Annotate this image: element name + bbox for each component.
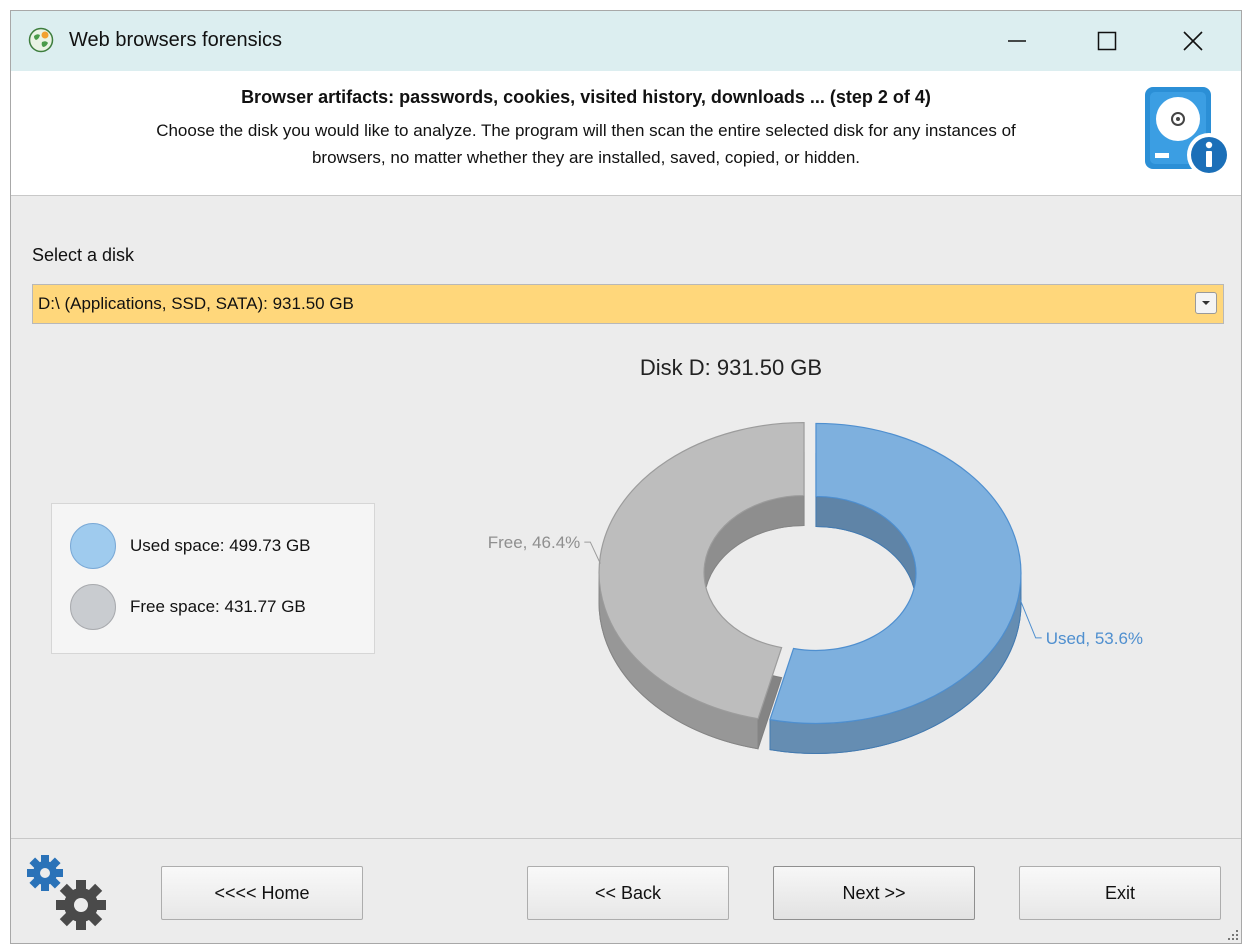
chart-legend: Used space: 499.73 GB Free space: 431.77… xyxy=(51,503,375,654)
data-label-free: Free, 46.4% xyxy=(488,533,581,552)
disk-select[interactable]: D:\ (Applications, SSD, SATA): 931.50 GB xyxy=(32,284,1224,324)
resize-grip-icon[interactable] xyxy=(1225,927,1239,941)
label-leader-free xyxy=(584,541,601,564)
select-disk-label: Select a disk xyxy=(32,245,135,265)
back-button[interactable]: << Back xyxy=(527,866,729,920)
window-title: Web browsers forensics xyxy=(69,29,283,51)
legend-item-used: Used space: 499.73 GB xyxy=(70,521,311,571)
next-button[interactable]: Next >> xyxy=(773,866,975,920)
description-line-2: browsers, no matter whether they are ins… xyxy=(311,148,861,167)
title-bar: Web browsers forensics xyxy=(11,11,1241,71)
wizard-step-description: Choose the disk you would like to analyz… xyxy=(11,117,1161,171)
description-line-1: Choose the disk you would like to analyz… xyxy=(156,121,1016,140)
chart-title: Disk D: 931.50 GB xyxy=(639,355,823,380)
label-leader-used xyxy=(1019,598,1042,639)
dropdown-button[interactable] xyxy=(1195,292,1217,314)
disk-select-value: D:\ (Applications, SSD, SATA): 931.50 GB xyxy=(38,294,354,313)
close-button[interactable] xyxy=(1153,11,1233,71)
chevron-down-icon xyxy=(1202,301,1210,305)
data-label-used: Used, 53.6% xyxy=(1046,629,1143,648)
disk-info-icon xyxy=(1145,87,1231,177)
maximize-button[interactable] xyxy=(1067,11,1147,71)
legend-item-free: Free space: 431.77 GB xyxy=(70,582,306,632)
minimize-button[interactable] xyxy=(977,11,1057,71)
wizard-header: Browser artifacts: passwords, cookies, v… xyxy=(11,71,1241,196)
settings-gears-icon xyxy=(27,855,106,930)
maximize-icon xyxy=(1097,31,1117,51)
disk-usage-donut-chart: Used, 53.6% Free, 46.4% xyxy=(488,421,1143,754)
legend-swatch-free xyxy=(70,584,116,630)
exit-button[interactable]: Exit xyxy=(1019,866,1221,920)
footer-divider xyxy=(11,838,1241,839)
minimize-icon xyxy=(1008,40,1026,42)
legend-label-used: Used space: 499.73 GB xyxy=(130,536,311,555)
app-globe-icon xyxy=(28,27,54,53)
wizard-step-title: Browser artifacts: passwords, cookies, v… xyxy=(241,87,931,107)
app-window: Web browsers forensics Browser artifacts… xyxy=(10,10,1242,944)
home-button[interactable]: <<<< Home xyxy=(161,866,363,920)
legend-swatch-used xyxy=(70,523,116,569)
close-icon xyxy=(1183,31,1203,51)
legend-label-free: Free space: 431.77 GB xyxy=(130,597,306,616)
